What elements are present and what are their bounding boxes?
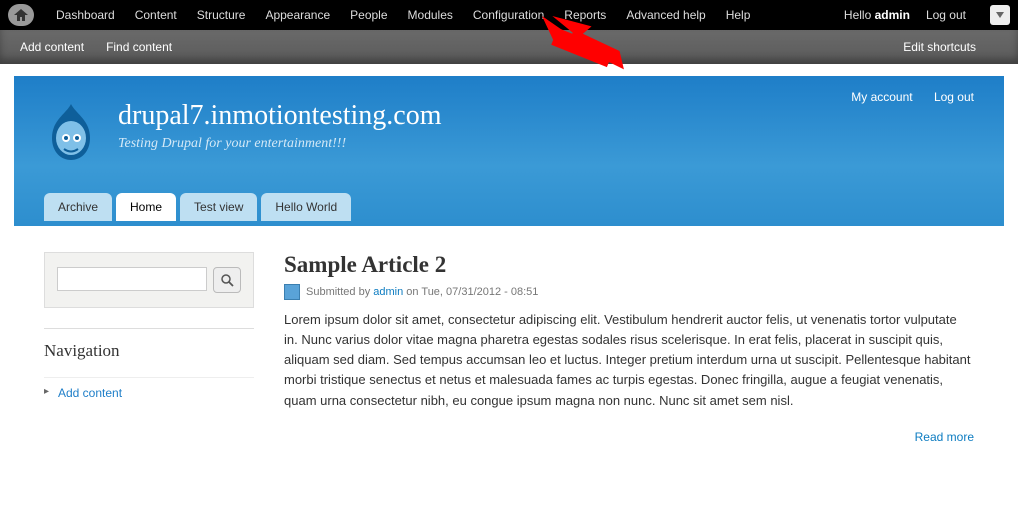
tab-hello-world[interactable]: Hello World <box>261 193 351 221</box>
chevron-down-icon <box>996 12 1004 18</box>
admin-menu: Dashboard Content Structure Appearance P… <box>46 0 760 30</box>
navigation-block: Navigation Add content <box>44 328 254 408</box>
menu-appearance[interactable]: Appearance <box>255 0 340 30</box>
drupal-logo-icon[interactable] <box>44 102 98 165</box>
submitted-date: on Tue, 07/31/2012 - 08:51 <box>403 286 538 298</box>
search-icon <box>221 274 234 287</box>
site-info: drupal7.inmotiontesting.com Testing Drup… <box>118 100 442 152</box>
home-icon-button[interactable] <box>8 4 34 26</box>
search-block <box>44 252 254 308</box>
site-header: My account Log out drupal7.inmotiontesti… <box>14 76 1004 226</box>
search-button[interactable] <box>213 267 241 293</box>
toolbar-toggle-button[interactable] <box>990 5 1010 25</box>
article-body: Lorem ipsum dolor sit amet, consectetur … <box>284 310 974 411</box>
home-icon <box>14 9 28 21</box>
menu-modules[interactable]: Modules <box>398 0 463 30</box>
user-picture-icon <box>284 284 300 300</box>
content-area: Navigation Add content Sample Article 2 … <box>14 226 1004 470</box>
menu-advanced-help[interactable]: Advanced help <box>616 0 715 30</box>
shortcut-find-content[interactable]: Find content <box>106 40 172 54</box>
read-more-link[interactable]: Read more <box>915 430 974 444</box>
shortcut-edit-shortcuts[interactable]: Edit shortcuts <box>903 40 976 54</box>
tab-home[interactable]: Home <box>116 193 176 221</box>
article-title[interactable]: Sample Article 2 <box>284 252 974 278</box>
sidebar: Navigation Add content <box>44 252 254 444</box>
article-submitted: Submitted by admin on Tue, 07/31/2012 - … <box>284 284 974 300</box>
navigation-list: Add content <box>44 377 254 408</box>
submitted-prefix: Submitted by <box>306 286 373 298</box>
menu-help[interactable]: Help <box>716 0 761 30</box>
branding: drupal7.inmotiontesting.com Testing Drup… <box>44 94 974 165</box>
admin-toolbar: Dashboard Content Structure Appearance P… <box>0 0 1018 30</box>
nav-add-content[interactable]: Add content <box>44 378 254 408</box>
link-my-account[interactable]: My account <box>851 90 912 104</box>
tab-test-view[interactable]: Test view <box>180 193 257 221</box>
link-log-out[interactable]: Log out <box>934 90 974 104</box>
menu-dashboard[interactable]: Dashboard <box>46 0 125 30</box>
read-more-wrap: Read more <box>284 429 974 444</box>
search-input[interactable] <box>57 267 207 291</box>
menu-structure[interactable]: Structure <box>187 0 256 30</box>
hello-user: Hello admin <box>844 8 910 22</box>
admin-logout-link[interactable]: Log out <box>926 8 966 22</box>
site-slogan: Testing Drupal for your entertainment!!! <box>118 136 442 152</box>
main-tabs: Archive Home Test view Hello World <box>44 193 974 221</box>
site-name[interactable]: drupal7.inmotiontesting.com <box>118 100 442 132</box>
menu-configuration[interactable]: Configuration <box>463 0 554 30</box>
admin-toolbar-right: Hello admin Log out <box>844 5 1010 25</box>
tab-archive[interactable]: Archive <box>44 193 112 221</box>
header-user-links: My account Log out <box>833 90 974 104</box>
menu-content[interactable]: Content <box>125 0 187 30</box>
main-content: Sample Article 2 Submitted by admin on T… <box>284 252 974 444</box>
shortcut-add-content[interactable]: Add content <box>20 40 84 54</box>
menu-people[interactable]: People <box>340 0 397 30</box>
article-author-link[interactable]: admin <box>373 286 403 298</box>
navigation-title: Navigation <box>44 341 254 361</box>
shortcut-bar: Add content Find content Edit shortcuts <box>0 30 1018 64</box>
menu-reports[interactable]: Reports <box>554 0 616 30</box>
